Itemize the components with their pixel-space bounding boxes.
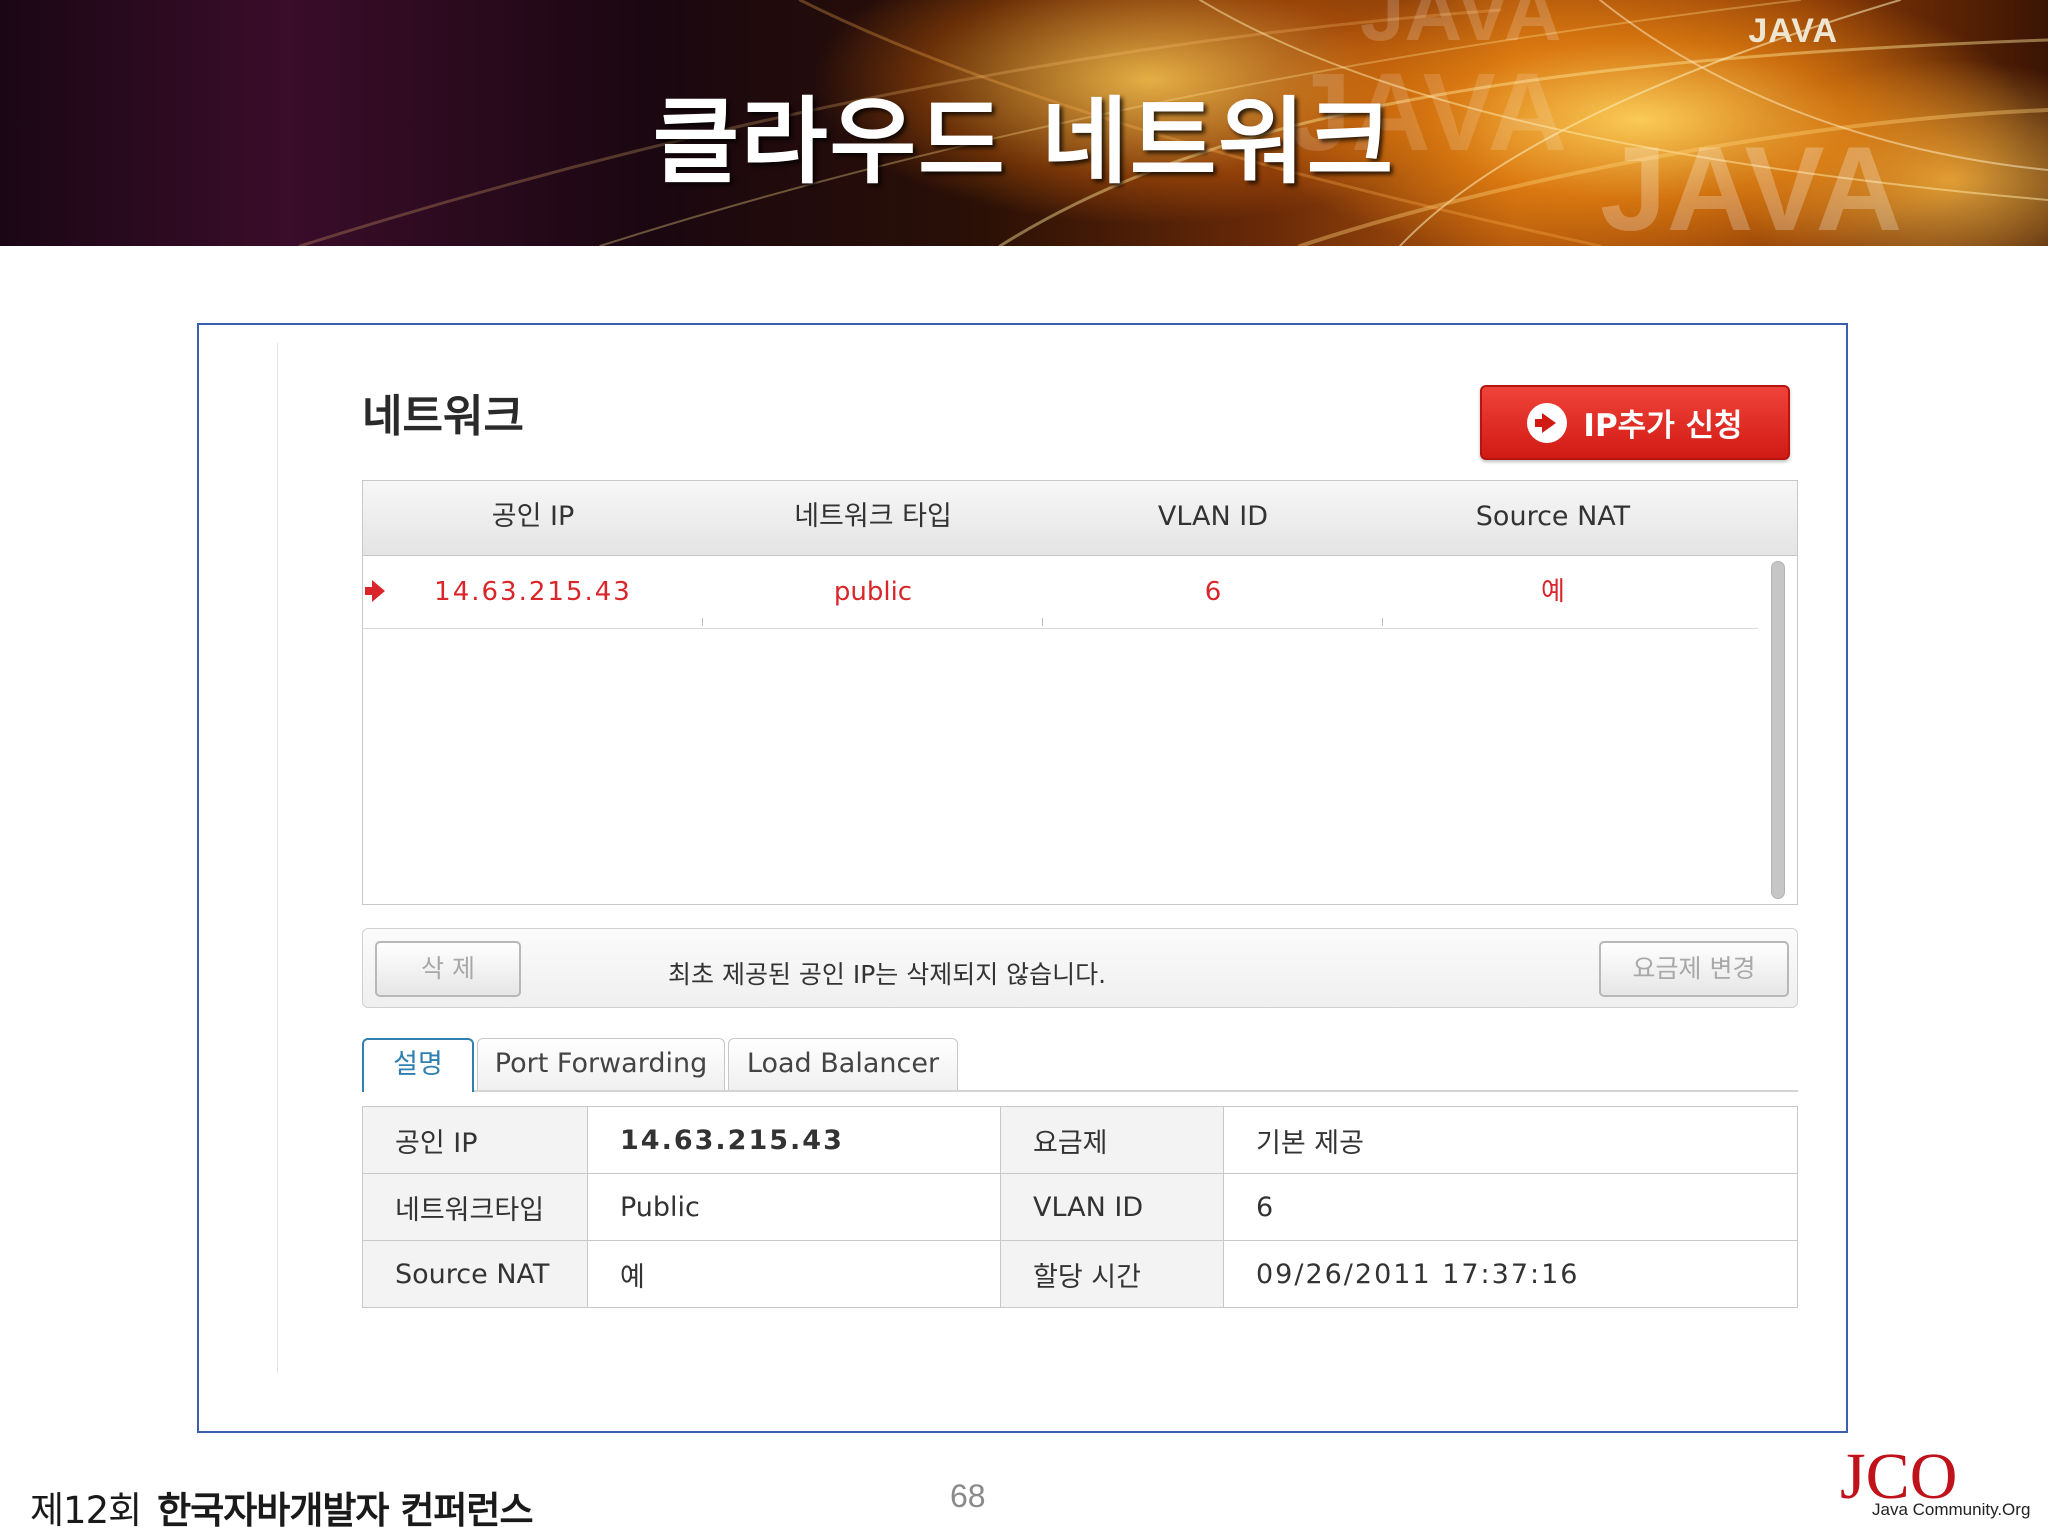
detail-label-source-nat: Source NAT (362, 1240, 588, 1308)
detail-row: 공인 IP 14.63.215.43 요금제 기본 제공 (362, 1106, 1798, 1174)
tab-description[interactable]: 설명 (362, 1038, 474, 1092)
public-ip-grid: 공인 IP 네트워크 타입 VLAN ID Source NAT 14.63.2… (362, 480, 1798, 905)
detail-value-plan: 기본 제공 (1223, 1106, 1798, 1174)
cell-public-ip: 14.63.215.43 (363, 556, 703, 628)
detail-tab-strip: 설명 Port Forwarding Load Balancer (362, 1038, 1798, 1092)
tab-load-balancer[interactable]: Load Balancer (728, 1038, 958, 1090)
cell-source-nat: 예 (1541, 577, 1565, 607)
detail-label-plan: 요금제 (1000, 1106, 1224, 1174)
detail-row: 네트워크타입 Public VLAN ID 6 (362, 1173, 1798, 1241)
left-divider (277, 343, 278, 1373)
detail-value-assigned-time: 09/26/2011 17:37:16 (1223, 1240, 1798, 1308)
java-brand-label: JAVA (1748, 12, 1838, 50)
change-plan-button[interactable]: 요금제 변경 (1599, 941, 1789, 997)
jco-logo-caption: Java Community.Org (1872, 1500, 2031, 1519)
delete-notice-text: 최초 제공된 공인 IP는 삭제되지 않습니다. (668, 960, 1107, 989)
slide-title: 클라우드 네트워크 (652, 88, 1396, 197)
banner-watermark-1: JAVA (1360, 0, 1562, 57)
grid-header: 공인 IP 네트워크 타입 VLAN ID Source NAT (363, 481, 1797, 556)
detail-label-network-type: 네트워크타입 (362, 1173, 588, 1241)
detail-value-source-nat: 예 (587, 1240, 1001, 1308)
title-banner: JAVA JAVA JAVA JAVA 클라우드 네트워크 (0, 0, 2048, 246)
table-row[interactable]: 14.63.215.43 public 6 예 (363, 556, 1758, 629)
grid-scrollbar[interactable] (1771, 561, 1785, 899)
conference-edition: 제12회 (30, 1489, 142, 1532)
column-header-network-type[interactable]: 네트워크 타입 (703, 481, 1043, 555)
detail-value-vlan-id: 6 (1223, 1173, 1798, 1241)
detail-label-vlan-id: VLAN ID (1000, 1173, 1224, 1241)
tab-port-forwarding[interactable]: Port Forwarding (477, 1038, 725, 1090)
panel-title: 네트워크 (362, 391, 524, 442)
page-number: 68 (950, 1478, 986, 1514)
delete-button[interactable]: 삭 제 (375, 941, 521, 997)
ip-detail-table: 공인 IP 14.63.215.43 요금제 기본 제공 네트워크타입 Publ… (362, 1106, 1798, 1308)
add-ip-request-label: IP추가 신청 (1583, 408, 1743, 444)
cell-vlan-id: 6 (1043, 556, 1383, 628)
detail-value-public-ip: 14.63.215.43 (587, 1106, 1001, 1174)
column-header-source-nat[interactable]: Source NAT (1383, 481, 1723, 555)
conference-name: 한국자바개발자 컨퍼런스 (157, 1489, 533, 1532)
grid-action-bar: 삭 제 최초 제공된 공인 IP는 삭제되지 않습니다. 요금제 변경 (362, 928, 1798, 1008)
network-screenshot-frame: 네트워크 IP추가 신청 공인 IP 네트워크 타입 VLAN ID Sourc… (197, 323, 1848, 1433)
conference-footer: 제12회 한국자바개발자 컨퍼런스 (30, 1480, 534, 1534)
detail-label-assigned-time: 할당 시간 (1000, 1240, 1224, 1308)
detail-value-network-type: Public (587, 1173, 1001, 1241)
detail-row: Source NAT 예 할당 시간 09/26/2011 17:37:16 (362, 1240, 1798, 1308)
add-ip-request-button[interactable]: IP추가 신청 (1480, 385, 1790, 460)
detail-label-public-ip: 공인 IP (362, 1106, 588, 1174)
column-header-vlan-id[interactable]: VLAN ID (1043, 481, 1383, 555)
arrow-right-circle-icon (1527, 402, 1568, 443)
cell-network-type: public (703, 556, 1043, 628)
column-header-public-ip[interactable]: 공인 IP (363, 481, 703, 555)
